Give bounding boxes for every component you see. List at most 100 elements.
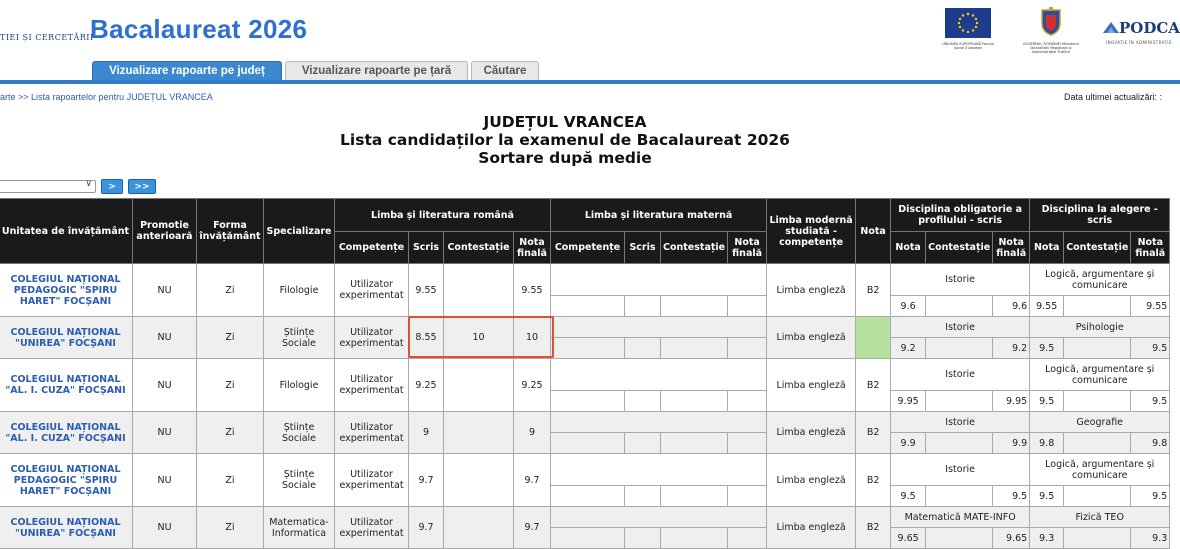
rom-competente-cell: Utilizator experimentat [334,506,409,549]
rom-scris-cell: 9 [408,411,444,454]
obl-cont-cell [925,527,994,549]
forma-cell: Zi [196,316,264,359]
rom-competente-cell: Utilizator experimentat [334,411,409,454]
col-rom-contestatie: Contestație [443,231,514,264]
page-select[interactable]: ∨ [0,179,96,193]
obl-cont-cell [925,337,994,359]
ale-discipline-cell: Fizică TEO [1029,506,1171,528]
obl-final-cell: 9.2 [992,337,1031,359]
school-link[interactable]: COLEGIUL NAȚIONAL "UNIREA" FOCȘANI [0,506,133,549]
col-mat-competente: Competențe [550,231,625,264]
mat-competente-cell [550,432,625,454]
mat-scris-cell [624,390,661,412]
ministry-name: TIEI ȘI CERCETĂRII [0,33,94,42]
table-row: COLEGIUL NAȚIONAL "AL. I. CUZA" FOCȘANI … [0,358,1171,412]
table-row: COLEGIUL NAȚIONAL "UNIREA" FOCȘANI NU Zi… [0,506,1171,549]
ale-nota-cell: 9.55 [1029,295,1065,317]
mat-competente-cell [550,527,625,549]
tab-county-reports[interactable]: Vizualizare rapoarte pe județ [92,61,282,80]
obl-final-cell: 9.5 [992,485,1031,507]
ale-cont-cell [1063,295,1132,317]
mat-scris-cell [624,485,661,507]
ale-nota-cell: 9.5 [1029,485,1065,507]
col-ale-nota: Nota [1029,231,1065,264]
mat-competente-cell [550,485,625,507]
obl-nota-cell: 9.9 [890,432,927,454]
rom-scris-cell: 9.7 [408,506,444,549]
rom-contestatie-cell [443,506,514,549]
obl-final-cell: 9.65 [992,527,1031,549]
limba-moderna-cell: Limba engleză [766,506,857,549]
promotie-cell: NU [132,316,197,359]
col-group-materna: Limba și literatura maternă [549,198,768,232]
eu-logo-caption: UNIUNEA EUROPEANĂ Fondul Social European [942,42,994,50]
romania-coat-of-arms-logo [1040,6,1062,36]
specializare-cell: Științe Sociale [263,411,335,454]
mat-empty-cell [549,506,768,528]
rom-competente-cell: Utilizator experimentat [334,263,409,317]
obl-discipline-cell: Istorie [890,263,1031,296]
obl-cont-cell [925,390,994,412]
app-title[interactable]: Bacalaureat 2026 [90,14,307,45]
mat-contestatie-cell [659,337,729,359]
tab-search[interactable]: Căutare [471,61,539,80]
ale-discipline-cell: Geografie [1029,411,1171,433]
rom-contestatie-cell [443,411,514,454]
school-link[interactable]: COLEGIUL NAȚIONAL "AL. I. CUZA" FOCȘANI [0,411,133,454]
obl-nota-cell: 9.5 [890,485,927,507]
last-update-label: Data ultimei actualizări: : [1064,92,1163,102]
score-highlight-box [408,316,554,358]
tab-country-reports[interactable]: Vizualizare rapoarte pe țară [285,61,468,80]
limba-moderna-cell: Limba engleză [766,453,857,507]
school-link[interactable]: COLEGIUL NAȚIONAL "UNIREA" FOCȘANI [0,316,133,359]
school-link[interactable]: COLEGIUL NAȚIONAL "AL. I. CUZA" FOCȘANI [0,358,133,412]
school-link[interactable]: COLEGIUL NAȚIONAL PEDAGOGIC "SPIRU HARET… [0,453,133,507]
col-mat-nota-finala: Nota finală [727,231,768,264]
rom-nota-finala-cell: 9.25 [513,358,551,412]
mat-contestatie-cell [659,295,729,317]
ale-final-cell: 9.8 [1130,432,1171,454]
ale-cont-cell [1063,390,1132,412]
ale-discipline-cell: Logică, argumentare și comunicare [1029,453,1171,486]
obl-discipline-cell: Matematică MATE-INFO [890,506,1031,528]
specializare-cell: Științe Sociale [263,316,335,359]
last-page-button[interactable]: >> [128,179,156,194]
rom-scris-cell: 9.7 [408,453,444,507]
mat-empty-cell [549,316,768,338]
podca-logo-text: PODCA [1119,19,1180,37]
col-obl-nota-finala: Nota finală [992,231,1031,264]
mat-nota-cell [727,432,768,454]
government-logo-caption: GUVERNUL ROMÂNIEI Ministerul Dezvoltării… [1022,42,1080,54]
breadcrumb[interactable]: arte >> Lista rapoartelor pentru JUDEȚUL… [0,92,213,102]
obl-cont-cell [925,295,994,317]
promotie-cell: NU [132,453,197,507]
obl-discipline-cell: Istorie [890,411,1031,433]
school-link[interactable]: COLEGIUL NAȚIONAL PEDAGOGIC "SPIRU HARET… [0,263,133,317]
podca-logo: PODCA [1103,19,1180,37]
rom-scris-cell: 9.55 [408,263,444,317]
forma-cell: Zi [196,411,264,454]
ale-final-cell: 9.55 [1130,295,1171,317]
next-page-button[interactable]: > [101,179,123,194]
tab-underline-bar [0,80,1180,84]
rom-nota-finala-cell: 9.7 [513,506,551,549]
mat-scris-cell [624,337,661,359]
ale-cont-cell [1063,337,1132,359]
county-title: JUDEȚUL VRANCEA [483,113,647,131]
ale-discipline-cell: Logică, argumentare și comunicare [1029,263,1171,296]
forma-cell: Zi [196,358,264,412]
ale-cont-cell [1063,432,1132,454]
mat-empty-cell [549,358,768,391]
mat-scris-cell [624,527,661,549]
mat-nota-cell [727,295,768,317]
col-unitate: Unitatea de învățământ [0,198,133,264]
ale-nota-cell: 9.5 [1029,390,1065,412]
ale-nota-cell: 9.5 [1029,337,1065,359]
col-specializare: Specializare [263,198,335,264]
mat-competente-cell [550,295,625,317]
obl-final-cell: 9.95 [992,390,1031,412]
mat-empty-cell [549,411,768,433]
nota-cell: B2 [855,358,892,412]
col-group-alegere: Disciplina la alegere - scris [1029,198,1171,232]
rom-competente-cell: Utilizator experimentat [334,316,409,359]
